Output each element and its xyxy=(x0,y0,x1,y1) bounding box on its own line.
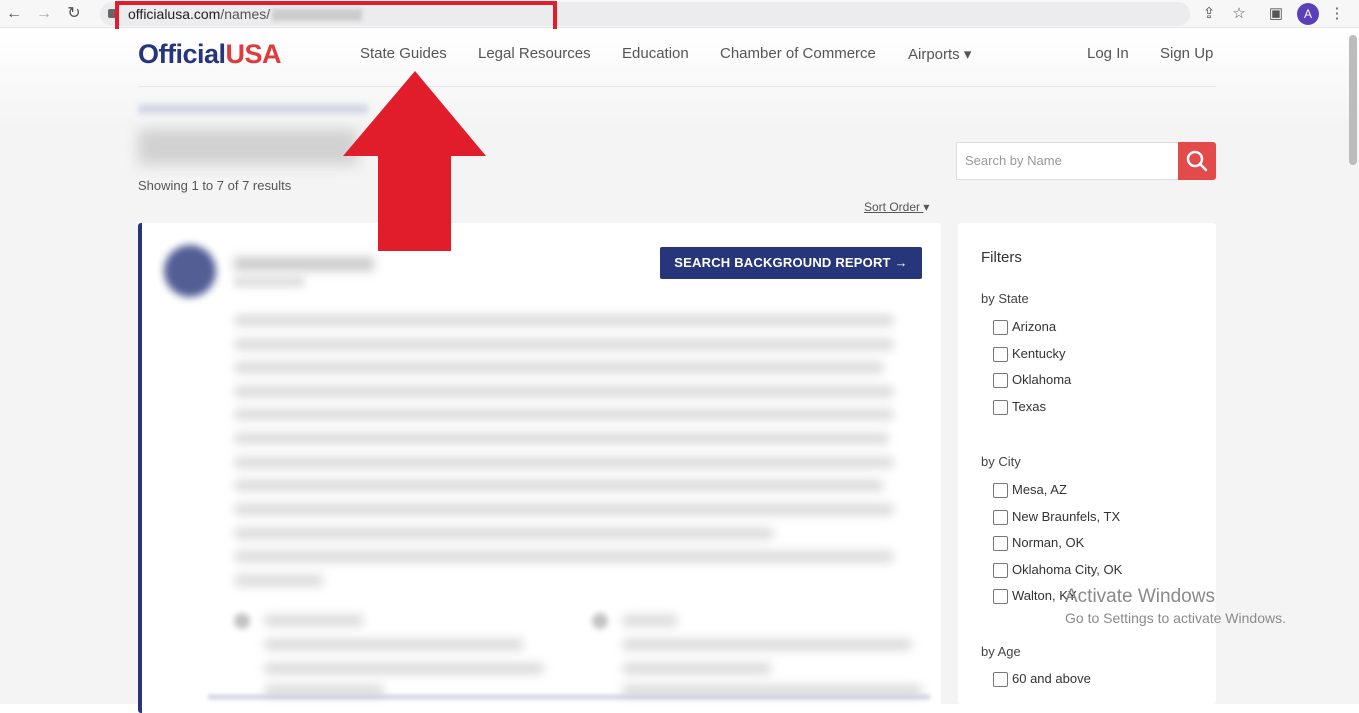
header-divider xyxy=(138,86,1216,87)
share-icon[interactable]: ⇪ xyxy=(1199,4,1219,24)
filter-city-walton[interactable]: Walton, KY xyxy=(993,588,1077,606)
bio-line xyxy=(234,315,894,326)
filter-city-norman[interactable]: Norman, OK xyxy=(993,535,1084,553)
bio-line xyxy=(234,386,894,397)
breadcrumb xyxy=(138,104,368,114)
windows-activation-hint: Go to Settings to activate Windows. xyxy=(1065,610,1286,626)
bio-line xyxy=(234,480,884,491)
phone-line xyxy=(622,639,912,650)
signup-link[interactable]: Sign Up xyxy=(1160,45,1213,62)
phones-heading xyxy=(622,615,678,626)
red-up-arrow-annotation xyxy=(343,71,486,251)
page-title-redacted xyxy=(138,129,358,165)
page-content: OfficialUSA State Guides Legal Resources… xyxy=(0,29,1359,713)
home-icon xyxy=(234,613,250,629)
filter-state-arizona[interactable]: Arizona xyxy=(993,319,1056,337)
checkbox[interactable] xyxy=(993,400,1008,416)
checkbox[interactable] xyxy=(993,373,1008,389)
checkbox[interactable] xyxy=(993,347,1008,363)
filter-state-kentucky[interactable]: Kentucky xyxy=(993,346,1065,364)
filter-city-mesa[interactable]: Mesa, AZ xyxy=(993,482,1067,500)
results-summary: Showing 1 to 7 of 7 results xyxy=(138,178,292,193)
nav-airports[interactable]: Airports ▾ xyxy=(908,45,971,63)
filter-age-label: by Age xyxy=(981,644,1021,659)
address-heading xyxy=(264,615,364,626)
windows-activation-title: Activate Windows xyxy=(1065,586,1215,607)
checkbox[interactable] xyxy=(993,320,1008,336)
reload-icon[interactable]: ↻ xyxy=(64,4,84,24)
sort-order-dropdown[interactable]: Sort Order ▾ xyxy=(864,200,929,214)
phone-line xyxy=(622,663,772,674)
checkbox[interactable] xyxy=(993,672,1008,688)
card-bottom-edge xyxy=(208,695,930,699)
menu-kebab-icon[interactable]: ⋮ xyxy=(1327,4,1347,24)
bio-line xyxy=(234,433,889,444)
checkbox[interactable] xyxy=(993,563,1008,579)
person-location-redacted xyxy=(234,277,304,287)
nav-legal-resources[interactable]: Legal Resources xyxy=(478,45,591,62)
filter-state-texas[interactable]: Texas xyxy=(993,399,1046,417)
nav-state-guides[interactable]: State Guides xyxy=(360,45,447,62)
login-link[interactable]: Log In xyxy=(1087,45,1129,62)
filters-panel: Filters by State Arizona Kentucky Oklaho… xyxy=(958,223,1216,704)
bio-line xyxy=(234,339,894,350)
phone-icon xyxy=(592,613,608,629)
search-icon xyxy=(1186,150,1208,172)
filter-age-60-plus[interactable]: 60 and above xyxy=(993,671,1091,689)
nav-education[interactable]: Education xyxy=(622,45,689,62)
address-line xyxy=(264,639,524,650)
bio-line xyxy=(234,409,894,420)
bio-line xyxy=(234,504,894,515)
filter-city-oklahoma-city[interactable]: Oklahoma City, OK xyxy=(993,562,1122,580)
bio-line xyxy=(234,457,894,468)
site-logo[interactable]: OfficialUSA xyxy=(138,39,282,70)
filters-title: Filters xyxy=(981,249,1022,266)
bookmark-star-icon[interactable]: ☆ xyxy=(1229,4,1249,24)
chevron-down-icon: ▾ xyxy=(963,46,972,63)
nav-chamber-of-commerce[interactable]: Chamber of Commerce xyxy=(720,45,876,62)
forward-icon[interactable]: → xyxy=(34,4,54,24)
bio-line xyxy=(234,575,324,586)
back-icon[interactable]: ← xyxy=(4,4,24,24)
checkbox[interactable] xyxy=(993,483,1008,499)
person-avatar xyxy=(164,245,216,297)
result-card: SEARCH BACKGROUND REPORT → xyxy=(138,223,941,713)
search-background-report-button[interactable]: SEARCH BACKGROUND REPORT → xyxy=(660,247,922,279)
filter-state-oklahoma[interactable]: Oklahoma xyxy=(993,372,1071,390)
bio-line xyxy=(234,362,884,373)
checkbox[interactable] xyxy=(993,589,1008,605)
filter-state-label: by State xyxy=(981,291,1029,306)
chevron-down-icon: ▾ xyxy=(923,200,930,214)
side-panel-icon[interactable]: ▣ xyxy=(1266,4,1286,24)
person-name-redacted xyxy=(234,257,374,271)
profile-avatar[interactable]: A xyxy=(1297,3,1319,25)
bio-line xyxy=(234,528,774,539)
filter-city-new-braunfels[interactable]: New Braunfels, TX xyxy=(993,509,1120,527)
scrollbar[interactable] xyxy=(1349,35,1357,165)
filter-city-label: by City xyxy=(981,454,1021,469)
bio-line xyxy=(234,551,894,562)
search-input[interactable]: Search by Name xyxy=(956,142,1178,180)
address-line xyxy=(264,663,544,674)
search-button[interactable] xyxy=(1178,142,1216,180)
checkbox[interactable] xyxy=(993,510,1008,526)
checkbox[interactable] xyxy=(993,536,1008,552)
